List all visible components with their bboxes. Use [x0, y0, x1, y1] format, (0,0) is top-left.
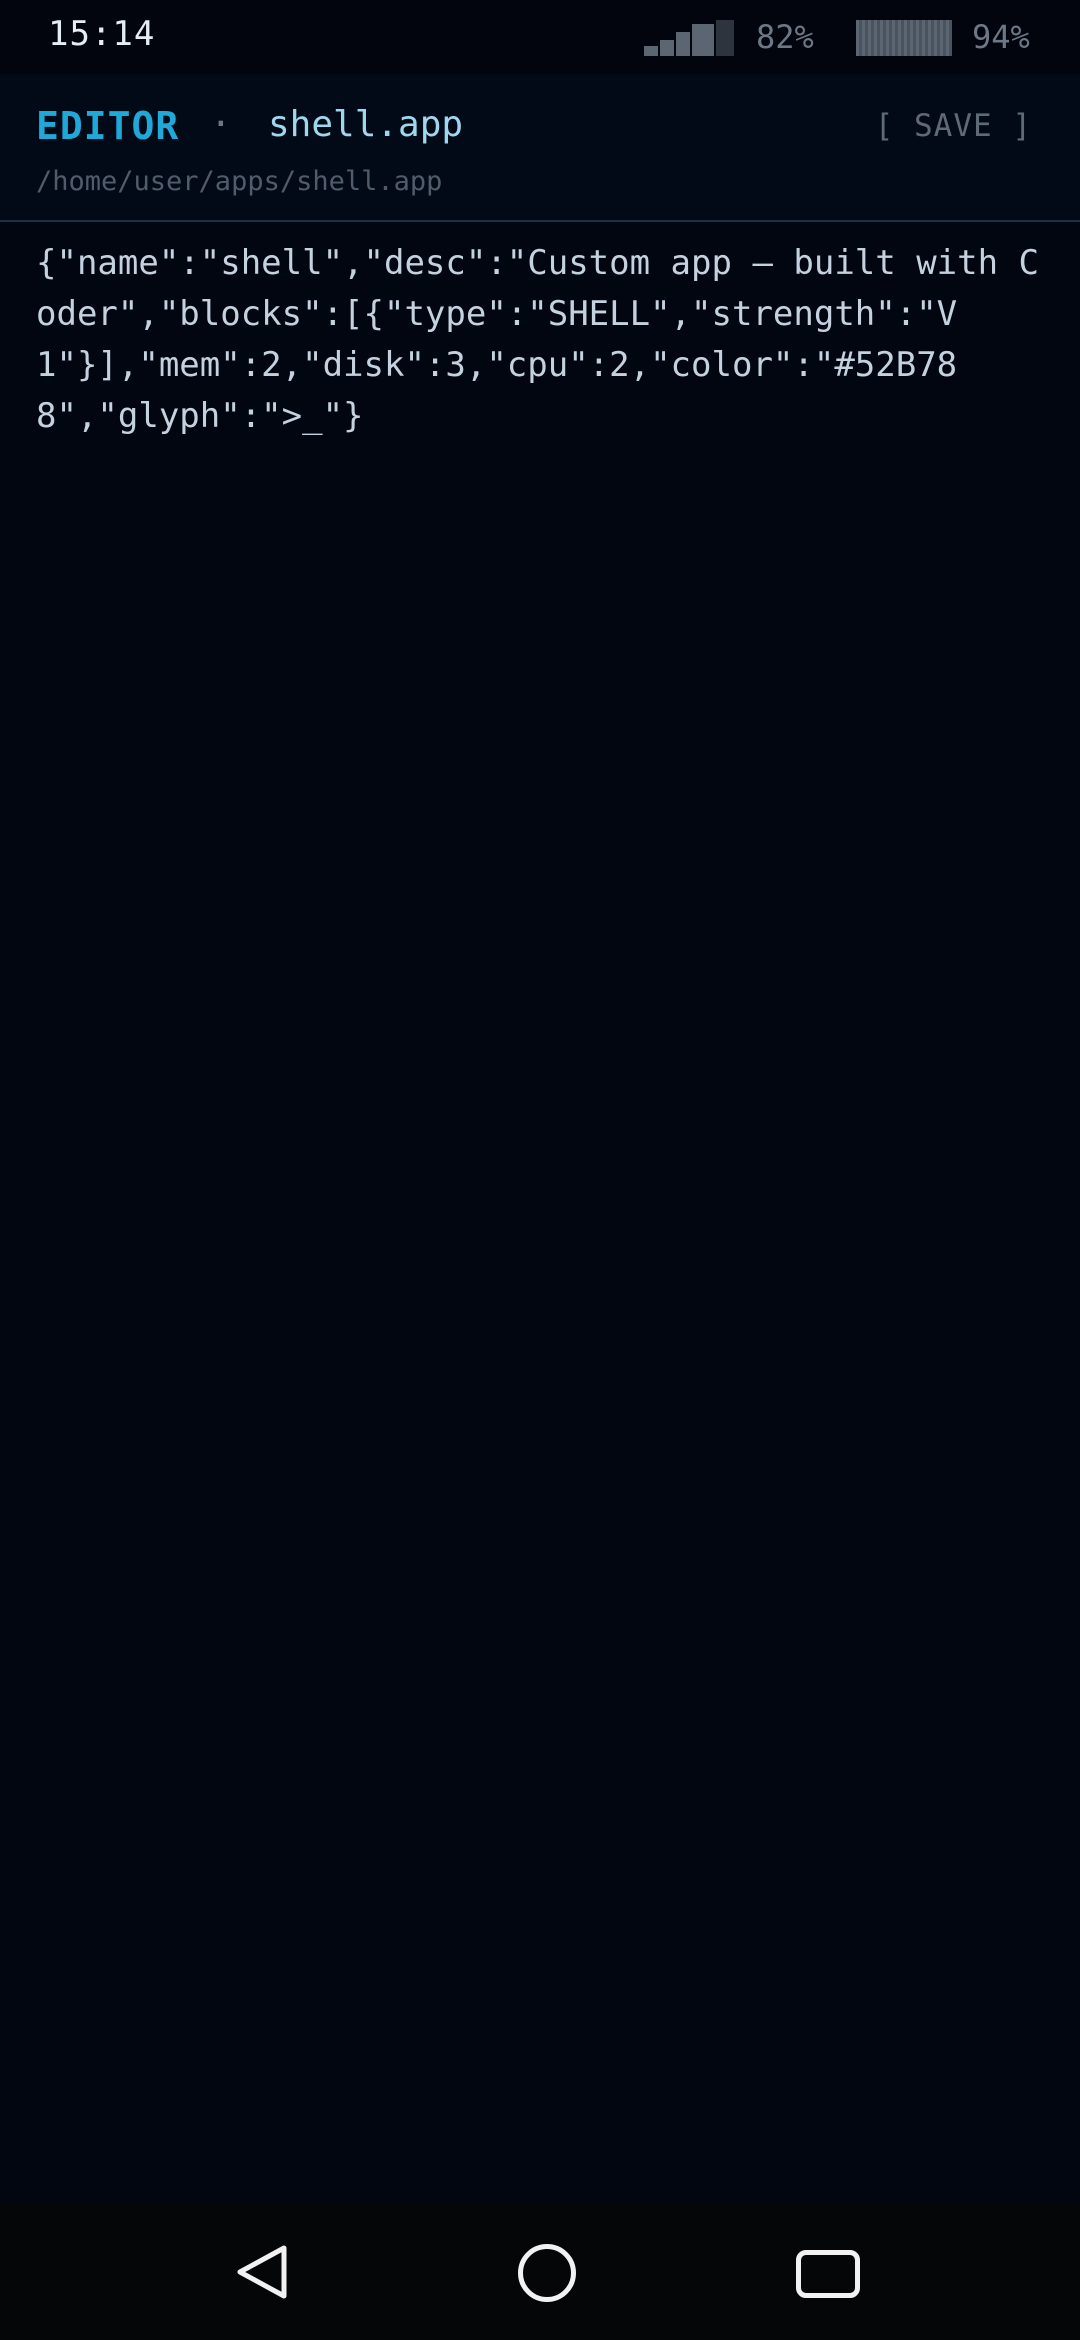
editor-header: EDITOR · shell.app [ SAVE ] /home/user/a…: [0, 74, 1080, 222]
navigation-bar: [0, 2204, 1080, 2340]
status-time: 15:14: [48, 14, 156, 54]
file-path: /home/user/apps/shell.app: [36, 166, 443, 197]
status-bar: 15:14 82% 94%: [0, 0, 1080, 74]
signal-strength-icon: [644, 20, 734, 56]
code-editor[interactable]: {"name":"shell","desc":"Custom app — bui…: [36, 238, 1046, 442]
battery-icon: [856, 20, 952, 56]
page-title: EDITOR: [36, 104, 180, 148]
file-name: shell.app: [268, 104, 464, 145]
battery-percent: 94%: [972, 18, 1030, 56]
signal-percent: 82%: [756, 18, 814, 56]
save-button[interactable]: [ SAVE ]: [875, 108, 1032, 144]
home-circle-icon[interactable]: [518, 2244, 576, 2302]
title-separator: ·: [210, 104, 232, 145]
recents-square-icon[interactable]: [796, 2250, 860, 2298]
back-triangle-icon[interactable]: [234, 2244, 290, 2300]
